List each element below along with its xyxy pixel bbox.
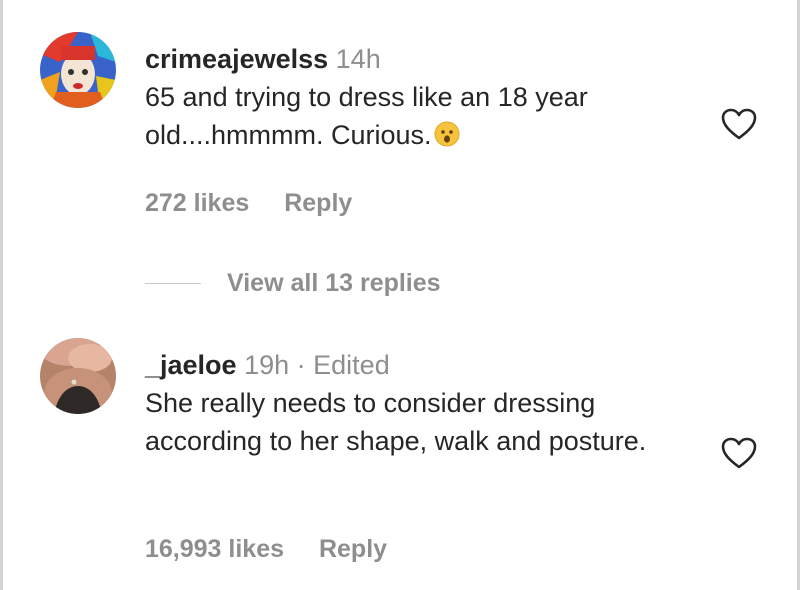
view-replies-button[interactable]: View all 13 replies [145, 265, 441, 301]
comment-text: She really needs to consider dressing ac… [145, 388, 647, 456]
comment-actions: 272 likes Reply [145, 189, 352, 218]
comment-header: _jaeloe 19h · Edited [145, 346, 675, 384]
comment-body: crimeajewelss 14h 65 and trying to dress… [145, 40, 675, 157]
avatar-image [40, 32, 116, 108]
like-heart-icon[interactable] [720, 436, 758, 470]
comment-username[interactable]: _jaeloe [145, 350, 237, 380]
edited-label: · Edited [296, 350, 390, 380]
reply-button[interactable]: Reply [284, 189, 352, 217]
likes-count[interactable]: 16,993 likes [145, 535, 284, 563]
comment-text-content: 65 and trying to dress like an 18 year o… [145, 82, 588, 150]
view-replies-label: View all 13 replies [227, 268, 441, 297]
hushed-face-emoji [434, 119, 460, 157]
comment-actions: 16,993 likes Reply [145, 535, 387, 564]
comment-text: 65 and trying to dress like an 18 year o… [145, 78, 675, 157]
comment-header: crimeajewelss 14h [145, 40, 675, 78]
comment-timestamp[interactable]: 14h [336, 44, 381, 74]
like-heart-icon[interactable] [720, 107, 758, 141]
comment-timestamp[interactable]: 19h [244, 350, 289, 380]
replies-divider [145, 282, 201, 284]
comment-item: _jaeloe 19h · Edited She really needs to… [0, 338, 800, 578]
avatar-image [40, 338, 116, 414]
reply-button[interactable]: Reply [319, 535, 387, 563]
comment-body: _jaeloe 19h · Edited She really needs to… [145, 346, 675, 460]
comment-item: crimeajewelss 14h 65 and trying to dress… [0, 32, 800, 232]
avatar[interactable] [40, 32, 116, 108]
comment-username[interactable]: crimeajewelss [145, 44, 328, 74]
avatar[interactable] [40, 338, 116, 414]
likes-count[interactable]: 272 likes [145, 189, 249, 217]
